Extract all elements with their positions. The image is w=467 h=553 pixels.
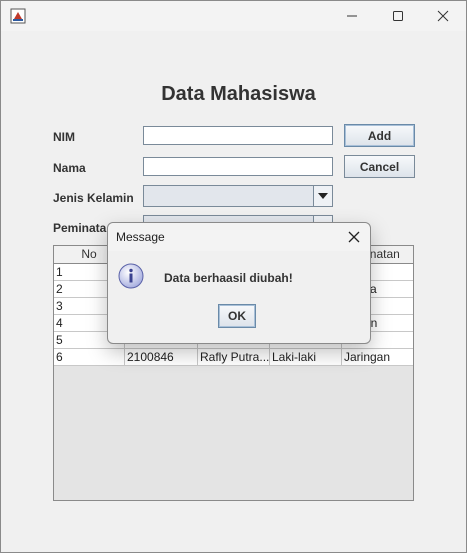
message-dialog: Message Data berhaasil diubah! OK xyxy=(107,222,371,344)
dialog-message: Data berhaasil diubah! xyxy=(164,271,293,285)
ok-button[interactable]: OK xyxy=(218,304,256,328)
nama-label: Nama xyxy=(53,161,86,175)
table-cell: Laki-laki xyxy=(270,349,342,365)
dropdown-arrow-icon xyxy=(318,193,328,199)
dialog-title-bar: Message xyxy=(108,223,370,251)
combo-arrow-button[interactable] xyxy=(313,186,332,206)
close-icon[interactable] xyxy=(346,229,362,245)
java-app-icon xyxy=(10,8,26,24)
maximize-button[interactable] xyxy=(375,1,421,31)
jenis-kelamin-label: Jenis Kelamin xyxy=(53,191,134,205)
minimize-button[interactable] xyxy=(329,1,375,31)
title-bar xyxy=(1,1,466,31)
table-cell: 6 xyxy=(54,349,125,365)
table-cell: 2100846 xyxy=(125,349,198,365)
maximize-icon xyxy=(393,11,403,21)
close-button[interactable] xyxy=(420,1,466,31)
jenis-kelamin-combo[interactable] xyxy=(143,185,333,207)
info-icon xyxy=(118,263,144,289)
nim-label: NIM xyxy=(53,130,75,144)
add-button[interactable]: Add xyxy=(344,124,415,147)
minimize-icon xyxy=(347,15,357,17)
table-cell: Jaringan xyxy=(344,350,391,364)
dialog-title: Message xyxy=(116,230,165,244)
close-icon xyxy=(437,10,449,22)
table-row[interactable]: 6 2100846 Rafly Putra... Laki-laki Jarin… xyxy=(54,349,413,366)
cancel-button[interactable]: Cancel xyxy=(344,155,415,178)
nama-field[interactable] xyxy=(143,157,333,176)
main-window: Data Mahasiswa NIM Nama Jenis Kelamin Pe… xyxy=(0,0,467,553)
peminatan-label: Peminata xyxy=(53,221,107,235)
table-cell: Rafly Putra... xyxy=(200,349,270,365)
nim-field[interactable] xyxy=(143,126,333,145)
page-title: Data Mahasiswa xyxy=(161,83,316,105)
